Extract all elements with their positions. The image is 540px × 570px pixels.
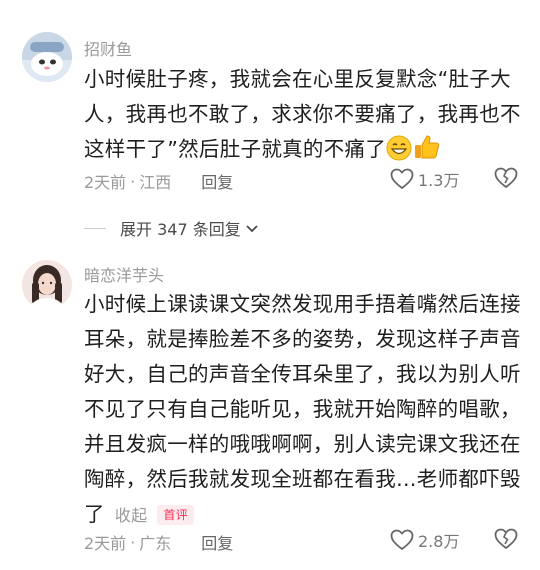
comment-body: 小时候上课读课文突然发现用手捂着嘴然后连接耳朵，就是捧脸差不多的姿势，发现这样子… (84, 292, 521, 526)
like-count: 2.8万 (418, 532, 460, 551)
avatar-user-2[interactable] (22, 260, 72, 310)
heart-icon (390, 168, 414, 189)
like-button[interactable]: 1.3万 (390, 167, 459, 191)
meta-separator: · (130, 171, 136, 191)
comment-time: 2天前 (84, 173, 127, 192)
comment-meta: 2天前 · 广东 回复 (84, 530, 233, 554)
chevron-down-icon (245, 219, 259, 238)
comment-text: 小时候肚子疼，我就会在心里反复默念“肚子大人，我再也不敢了，求求你不要痛了，我再… (84, 62, 524, 172)
broken-heart-icon (494, 167, 518, 188)
first-comment-badge: 首评 (157, 505, 195, 525)
comment-location: 江西 (139, 173, 172, 192)
reply-button[interactable]: 回复 (201, 169, 233, 193)
collapse-button[interactable]: 收起 (115, 506, 148, 525)
username[interactable]: 暗恋洋芋头 (84, 262, 164, 286)
like-button[interactable]: 2.8万 (390, 528, 459, 552)
avatar-user-1[interactable] (22, 32, 72, 82)
expand-divider (84, 227, 106, 229)
comment-text: 小时候上课读课文突然发现用手捂着嘴然后连接耳朵，就是捧脸差不多的姿势，发现这样子… (84, 287, 524, 533)
broken-heart-icon (494, 528, 518, 549)
meta-separator: · (130, 532, 136, 552)
dislike-button[interactable] (494, 167, 518, 193)
reply-button[interactable]: 回复 (201, 530, 233, 554)
like-count: 1.3万 (418, 171, 460, 190)
comment-location: 广东 (139, 534, 172, 553)
expand-replies-label: 展开 347 条回复 (120, 220, 241, 239)
comment-body: 小时候肚子疼，我就会在心里反复默念“肚子大人，我再也不敢了，求求你不要痛了，我再… (84, 67, 521, 161)
username[interactable]: 招财鱼 (84, 36, 132, 60)
dislike-button[interactable] (494, 528, 518, 554)
comment-meta: 2天前 · 江西 回复 (84, 169, 233, 193)
comment-time: 2天前 (84, 534, 127, 553)
expand-replies-button[interactable]: 展开 347 条回复 (84, 216, 259, 240)
heart-icon (390, 529, 414, 550)
